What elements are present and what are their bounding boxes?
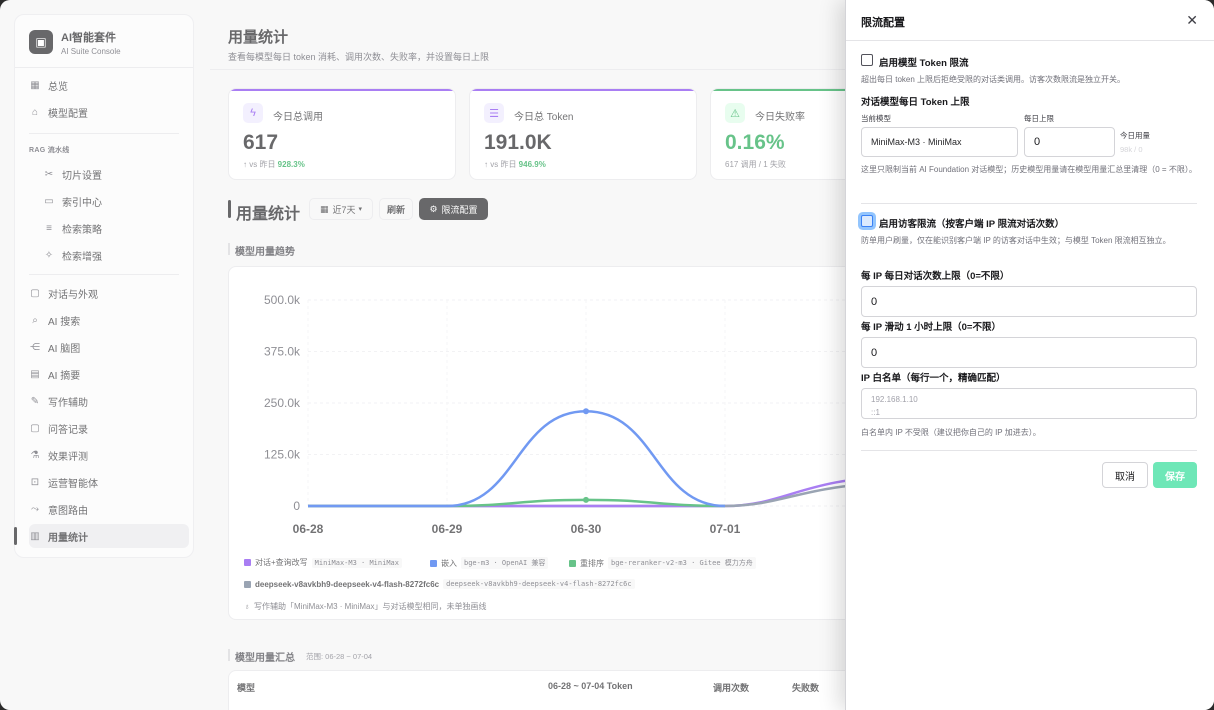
ip-daily-label: 每 IP 每日对话次数上限（0=不限） (861, 271, 1010, 282)
daily-cap-title: 对话模型每日 Token 上限 (861, 97, 970, 108)
daily-limit-label: 每日上限 (1024, 114, 1054, 123)
daily-limit-input[interactable]: 0 (1024, 127, 1115, 157)
drawer-title: 限流配置 (861, 17, 905, 29)
current-model-field: MiniMax-M3 · MiniMax (861, 127, 1018, 157)
close-icon[interactable]: ✕ (1186, 12, 1198, 29)
ip-daily-input[interactable]: 0 (861, 286, 1197, 317)
token-limit-label: 启用模型 Token 限流 (879, 58, 969, 69)
drawer-separator (861, 450, 1197, 451)
daily-cap-help: 这里只限制当前 AI Foundation 对话模型；历史模型用量请在模型用量汇… (861, 165, 1197, 174)
app-window: ▣ AI智能套件 AI Suite Console ▦ 总览 ⌂ 模型配置 RA… (0, 0, 1214, 710)
whitelist-label: IP 白名单（每行一个，精确匹配） (861, 373, 1006, 384)
visitor-limit-label: 启用访客限流（按客户端 IP 限流对话次数） (879, 219, 1065, 230)
ip-hourly-label: 每 IP 滑动 1 小时上限（0=不限） (861, 322, 1001, 333)
today-usage-value: 98k / 0 (1120, 145, 1143, 154)
rate-limit-drawer: 限流配置 ✕ 启用模型 Token 限流 超出每日 token 上限后拒绝受限的… (845, 0, 1214, 710)
token-limit-checkbox[interactable] (861, 54, 873, 66)
visitor-limit-checkbox[interactable] (861, 215, 873, 227)
visitor-limit-help: 防单用户刷量，仅在能识别客户端 IP 的访客对话中生效；与模型 Token 限流… (861, 236, 1171, 245)
drawer-separator (861, 203, 1197, 204)
whitelist-help: 白名单内 IP 不受限（建议把你自己的 IP 加进去）。 (861, 428, 1041, 437)
current-model-label: 当前模型 (861, 114, 891, 123)
save-button[interactable]: 保存 (1153, 462, 1197, 488)
cancel-button[interactable]: 取消 (1102, 462, 1148, 488)
whitelist-textarea[interactable]: 192.168.1.10 ::1 (861, 388, 1197, 419)
token-limit-help: 超出每日 token 上限后拒绝受限的对话类调用。访客次数限流是独立开关。 (861, 75, 1126, 84)
modal-backdrop[interactable] (0, 0, 845, 710)
ip-hourly-input[interactable]: 0 (861, 337, 1197, 368)
drawer-divider (846, 40, 1214, 41)
today-usage-label: 今日用量 (1120, 131, 1150, 140)
